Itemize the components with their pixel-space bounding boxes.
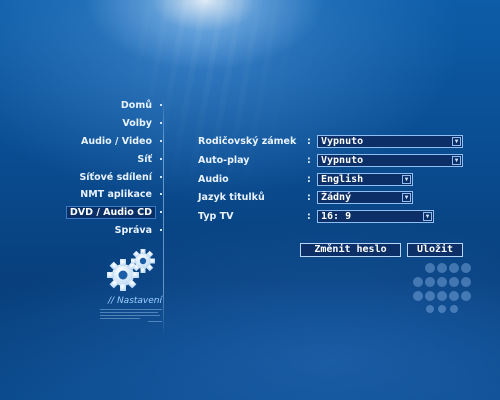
menu-item-audio-video[interactable]: Audio / Video	[77, 133, 164, 149]
chevron-down-icon: ▼	[423, 212, 432, 221]
menu-item-label: Audio / Video	[81, 135, 152, 147]
menu-item-label: Síť	[137, 153, 152, 165]
menu-item-dvd-audio-cd[interactable]: DVD / Audio CD	[65, 204, 164, 220]
separator: :	[307, 155, 311, 166]
menu-item-nmt-apps[interactable]: NMT aplikace	[76, 186, 164, 202]
auto-play-select[interactable]: Vypnuto ▼	[317, 154, 463, 167]
select-value: 16: 9	[321, 211, 352, 222]
change-password-button[interactable]: Změnit heslo	[300, 243, 401, 257]
dot-grid-logo	[408, 262, 474, 314]
bullet-icon	[160, 104, 162, 106]
menu-item-label: Volby	[122, 117, 152, 129]
fine-print-decoration	[100, 309, 162, 324]
parental-lock-select[interactable]: Vypnuto ▼	[317, 135, 463, 148]
select-value: Vypnuto	[321, 136, 364, 147]
chevron-down-icon: ▼	[452, 156, 461, 165]
menu-item-label: Domů	[120, 99, 152, 111]
chevron-down-icon: ▼	[452, 137, 461, 146]
menu-item-label: Síťové sdílení	[79, 171, 152, 183]
separator: :	[307, 192, 311, 203]
audio-language-select[interactable]: English ▼	[317, 173, 413, 186]
setting-label: Typ TV	[198, 211, 234, 222]
gears-icon	[103, 247, 163, 293]
bullet-icon	[160, 211, 162, 213]
chevron-down-icon: ▼	[402, 193, 411, 202]
menu-item-network[interactable]: Síť	[133, 151, 164, 167]
menu-item-label: Správa	[114, 224, 152, 236]
menu-item-management[interactable]: Správa	[111, 222, 164, 238]
bullet-icon	[160, 158, 162, 160]
select-value: Žádný	[321, 192, 352, 203]
section-title: // Nastavení	[108, 296, 162, 306]
bullet-icon	[160, 176, 162, 178]
menu-item-network-sharing[interactable]: Síťové sdílení	[75, 169, 164, 185]
bullet-icon	[160, 140, 162, 142]
bullet-icon	[160, 229, 162, 231]
setting-label: Auto-play	[198, 155, 250, 166]
select-value: English	[321, 174, 364, 185]
bullet-icon	[160, 122, 162, 124]
chevron-down-icon: ▼	[402, 175, 411, 184]
menu-item-label: DVD / Audio CD	[65, 205, 156, 219]
separator: :	[307, 136, 311, 147]
tv-type-select[interactable]: 16: 9 ▼	[317, 210, 434, 223]
save-button[interactable]: Uložit	[407, 243, 463, 257]
setting-label: Rodičovský zámek	[198, 136, 297, 147]
menu-item-options[interactable]: Volby	[118, 115, 164, 131]
select-value: Vypnuto	[321, 155, 364, 166]
menu-item-label: NMT aplikace	[80, 188, 152, 200]
separator: :	[307, 174, 311, 185]
bullet-icon	[160, 193, 162, 195]
setting-label: Jazyk titulků	[198, 192, 265, 203]
subtitle-language-select[interactable]: Žádný ▼	[317, 191, 413, 204]
setting-label: Audio	[198, 174, 229, 185]
menu-item-home[interactable]: Domů	[117, 97, 164, 113]
separator: :	[307, 211, 311, 222]
